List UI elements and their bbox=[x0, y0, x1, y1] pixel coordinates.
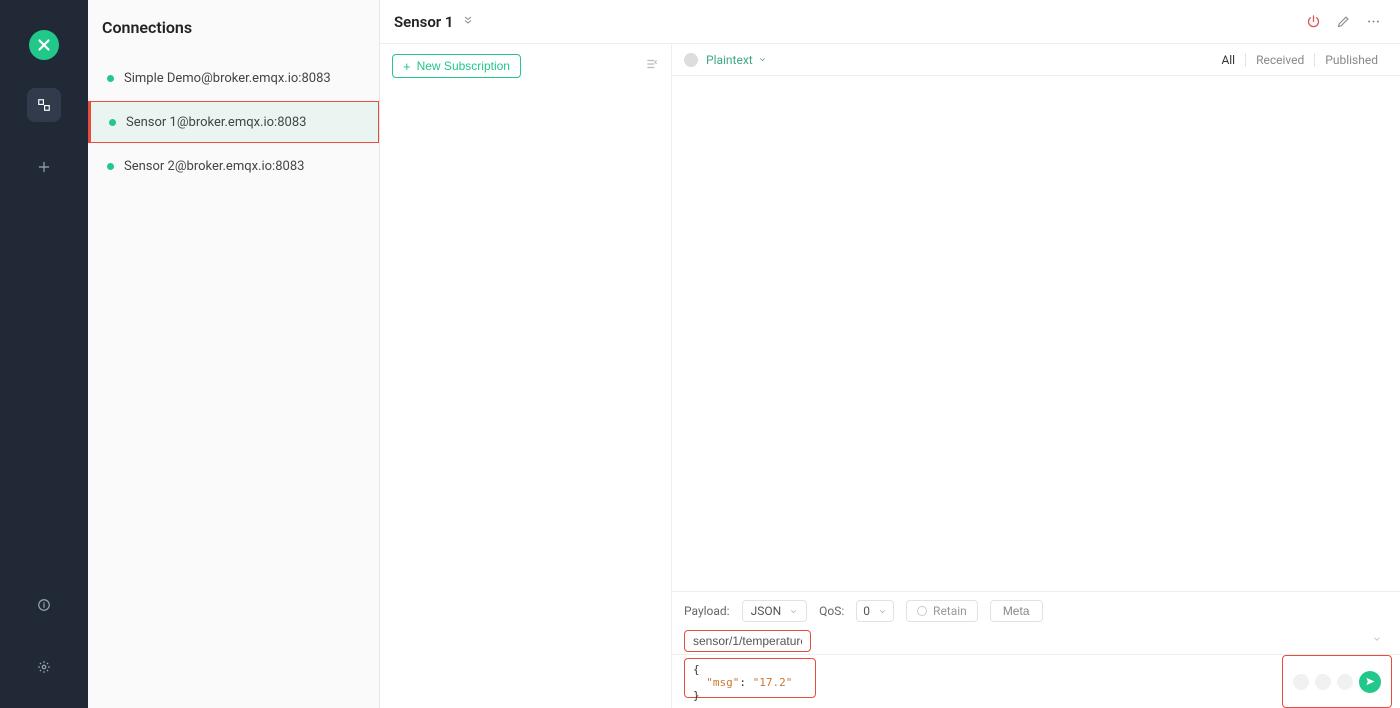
sidebar-title: Connections bbox=[88, 14, 379, 55]
connection-label: Sensor 2@broker.emqx.io:8083 bbox=[124, 159, 304, 174]
payload-label: Payload: bbox=[684, 604, 730, 618]
connection-item[interactable]: Sensor 1@broker.emqx.io:8083 bbox=[88, 101, 379, 143]
edit-button[interactable] bbox=[1330, 9, 1356, 35]
power-icon bbox=[1306, 14, 1321, 29]
nav-new[interactable] bbox=[27, 150, 61, 184]
payload-editor[interactable]: { "msg": "17.2" } bbox=[684, 658, 816, 698]
topbar: Sensor 1 bbox=[380, 0, 1400, 44]
plus-icon bbox=[37, 160, 51, 174]
send-area bbox=[1282, 655, 1392, 708]
checkbox-box bbox=[917, 606, 927, 616]
format-badge bbox=[684, 53, 698, 67]
qos-dropdown[interactable]: 0 bbox=[856, 600, 894, 622]
connection-item[interactable]: Sensor 2@broker.emqx.io:8083 bbox=[88, 145, 379, 187]
pencil-icon bbox=[1336, 14, 1351, 29]
gear-icon bbox=[37, 660, 51, 674]
main-column: Sensor 1 + New Subscription bbox=[380, 0, 1400, 708]
disconnect-button[interactable] bbox=[1300, 9, 1326, 35]
connections-icon bbox=[37, 98, 51, 112]
connection-title: Sensor 1 bbox=[394, 13, 454, 31]
subscriptions-column: + New Subscription bbox=[380, 44, 672, 708]
workspace: + New Subscription Plaintext bbox=[380, 44, 1400, 708]
nav-settings[interactable] bbox=[27, 650, 61, 684]
messages-area bbox=[672, 76, 1400, 591]
meta-button[interactable]: Meta bbox=[990, 600, 1043, 622]
info-icon bbox=[37, 598, 51, 612]
nav-help[interactable] bbox=[27, 588, 61, 622]
retain-label: Retain bbox=[933, 604, 967, 618]
tab-all[interactable]: All bbox=[1211, 53, 1246, 67]
chevron-down-icon bbox=[878, 607, 887, 616]
new-subscription-button[interactable]: + New Subscription bbox=[392, 54, 521, 78]
status-dot-online bbox=[107, 75, 114, 82]
qos-value: 0 bbox=[863, 604, 870, 618]
payload-editor-wrap: { "msg": "17.2" } bbox=[672, 654, 1400, 708]
chevron-double-down-icon bbox=[462, 14, 474, 26]
brand-logo bbox=[29, 30, 59, 60]
connections-sidebar: Connections Simple Demo@broker.emqx.io:8… bbox=[88, 0, 380, 708]
retain-checkbox[interactable]: Retain bbox=[906, 600, 978, 622]
format-dropdown[interactable]: Plaintext bbox=[706, 53, 767, 67]
connection-label: Simple Demo@broker.emqx.io:8083 bbox=[124, 71, 331, 86]
topic-input[interactable] bbox=[684, 630, 811, 652]
plus-icon: + bbox=[403, 60, 411, 73]
brand-icon bbox=[35, 36, 53, 54]
status-dot-online bbox=[109, 119, 116, 126]
topic-history-dropdown[interactable] bbox=[1372, 634, 1382, 647]
status-dot-online bbox=[107, 163, 114, 170]
chevron-down-icon bbox=[758, 55, 767, 64]
chevron-down-icon bbox=[1372, 634, 1382, 644]
more-button[interactable] bbox=[1360, 9, 1386, 35]
list-collapse-icon bbox=[645, 57, 659, 71]
payload-format-value: JSON bbox=[751, 604, 782, 618]
nav-rail bbox=[0, 0, 88, 708]
connection-item[interactable]: Simple Demo@broker.emqx.io:8083 bbox=[88, 57, 379, 99]
tab-published[interactable]: Published bbox=[1315, 53, 1388, 67]
expand-toggle[interactable] bbox=[462, 14, 474, 29]
nav-connections[interactable] bbox=[27, 88, 61, 122]
tab-received[interactable]: Received bbox=[1246, 53, 1315, 67]
qos-label: QoS: bbox=[819, 604, 844, 618]
collapse-subscriptions[interactable] bbox=[645, 57, 659, 75]
connection-label: Sensor 1@broker.emqx.io:8083 bbox=[126, 115, 306, 130]
payload-format-dropdown[interactable]: JSON bbox=[742, 600, 808, 622]
app-root: Connections Simple Demo@broker.emqx.io:8… bbox=[0, 0, 1400, 708]
action-placeholder bbox=[1293, 674, 1309, 690]
send-button[interactable] bbox=[1359, 671, 1381, 693]
publisher-controls: Payload: JSON QoS: 0 Retain bbox=[672, 592, 1400, 630]
chevron-down-icon bbox=[789, 607, 798, 616]
action-placeholder bbox=[1315, 674, 1331, 690]
messages-toolbar: Plaintext All Received Published bbox=[672, 44, 1400, 76]
send-icon bbox=[1365, 676, 1376, 687]
message-tabs: All Received Published bbox=[1211, 53, 1388, 67]
action-placeholder bbox=[1337, 674, 1353, 690]
new-subscription-label: New Subscription bbox=[417, 59, 510, 73]
messages-panel: Plaintext All Received Published Payload… bbox=[672, 44, 1400, 708]
format-value: Plaintext bbox=[706, 53, 753, 67]
more-horizontal-icon bbox=[1366, 14, 1381, 29]
publisher: Payload: JSON QoS: 0 Retain bbox=[672, 591, 1400, 708]
